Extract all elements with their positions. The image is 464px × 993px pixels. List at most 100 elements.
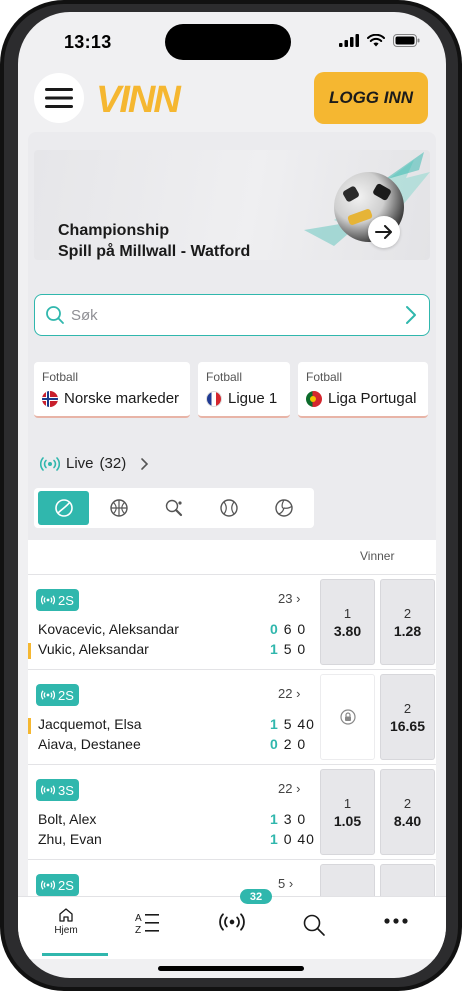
score-away: 1 0 40 [270,831,315,847]
main-content: Championship Spill på Millwall - Watford… [28,132,436,908]
search-input[interactable] [69,301,393,329]
tab-tennis[interactable] [38,491,90,525]
odd-label: 1 [343,795,352,811]
bottom-navigation: Hjem A Z 32 [18,889,446,959]
category-shortcuts: Fotball Norske markeder Fotball Ligue 1 [34,362,428,420]
odd-label: 1 [343,605,352,621]
category-name: Norske markeder [64,390,180,407]
live-broadcast-icon [40,456,60,471]
tennis-ball-icon [54,499,73,517]
odd-price: 1.28 [393,622,422,639]
period-label: 3S [58,782,74,798]
category-card-ligue1[interactable]: Fotball Ligue 1 [198,362,290,418]
svg-text:VINN: VINN [96,79,182,118]
nav-home-label: Hjem [54,925,78,936]
dynamic-island [165,24,291,60]
period-label: 2S [58,877,74,893]
nav-live[interactable] [202,913,262,931]
vinn-logo[interactable]: VINN [94,78,190,118]
team-home: Kovacevic, Aleksandar [38,621,179,637]
phone-screen: 13:13 VINN LOGG INN Championship Spill p… [18,12,446,978]
odd-price: 3.80 [333,622,362,639]
team-home: Bolt, Alex [38,811,97,827]
live-count-badge: 32 [240,889,272,904]
tab-volleyball[interactable] [259,491,310,525]
markets-count[interactable]: 22 › [278,686,300,701]
banner-subtitle: Spill på Millwall - Watford [58,243,251,260]
svg-text:A: A [135,913,142,924]
serve-indicator [28,718,31,734]
markets-count[interactable]: 23 › [278,591,300,606]
market-header-row: Vinner [28,540,436,575]
volleyball-icon [275,499,294,517]
score-home: 0 6 0 [270,621,307,637]
nav-more[interactable] [366,917,426,925]
odd-button-1[interactable]: 1 1.05 [320,769,375,855]
hamburger-icon [45,88,73,108]
odd-button-1-locked [320,674,375,760]
login-button[interactable]: LOGG INN [314,72,428,124]
search-bar[interactable] [34,294,430,336]
odd-button-2[interactable]: 2 16.65 [380,674,435,760]
nav-home[interactable]: Hjem [36,907,96,936]
portugal-flag-icon [306,390,322,407]
live-broadcast-icon [41,595,55,605]
live-broadcast-icon [41,690,55,700]
event-row[interactable]: 3S 22 › Bolt, Alex Zhu, Evan 1 3 0 1 0 4… [28,765,436,860]
score-home: 1 3 0 [270,811,307,827]
market-header-label: Vinner [360,549,395,563]
odd-button-2[interactable]: 2 1.28 [380,579,435,665]
search-icon [303,914,325,936]
category-sport: Fotball [306,370,343,384]
live-period-badge: 2S [36,589,79,611]
live-label: Live [66,455,94,472]
score-away: 1 5 0 [270,641,307,657]
chevron-right-icon[interactable] [405,305,417,325]
promo-banner[interactable]: Championship Spill på Millwall - Watford [34,150,430,260]
markets-count[interactable]: 5 › [278,876,293,891]
odd-price: 1.05 [333,812,362,829]
category-card-norway[interactable]: Fotball Norske markeder [34,362,190,418]
nav-search[interactable] [284,913,344,937]
chevron-right-icon [141,457,149,470]
table-tennis-icon [165,499,183,517]
banner-title: Championship [58,222,170,239]
nav-a-z[interactable]: A Z [118,911,178,935]
basketball-icon [110,499,128,517]
markets-count[interactable]: 22 › [278,781,300,796]
live-event-list: Vinner 2S 23 › Kovacevic, Aleksandar Vuk… [28,540,436,908]
odd-price: 16.65 [389,717,426,734]
team-away: Zhu, Evan [38,831,102,847]
status-icons [339,34,420,47]
tab-basketball[interactable] [93,491,144,525]
category-sport: Fotball [42,370,79,384]
odd-button-1[interactable]: 1 3.80 [320,579,375,665]
signal-icon [339,34,359,47]
home-icon [59,908,73,922]
odd-label: 2 [403,700,412,716]
arrow-right-icon [375,225,392,239]
tab-baseball[interactable] [204,491,255,525]
odd-button-2[interactable]: 2 8.40 [380,769,435,855]
live-period-badge: 2S [36,874,79,896]
score-away: 0 2 0 [270,736,307,752]
status-time: 13:13 [64,32,112,52]
a-z-list-icon: A Z [135,913,159,935]
wifi-icon [367,34,385,47]
tab-table-tennis[interactable] [148,491,199,525]
norway-flag-icon [42,390,58,407]
status-bar: 13:13 [18,12,446,68]
category-sport: Fotball [206,370,243,384]
event-row[interactable]: 2S 22 › Jacquemot, Elsa Aiava, Destanee … [28,670,436,765]
team-away: Aiava, Destanee [38,736,141,752]
banner-next-button[interactable] [368,216,400,248]
home-indicator [158,966,304,971]
category-name: Ligue 1 [228,390,278,407]
live-broadcast-icon [219,913,245,931]
category-card-portugal[interactable]: Fotball Liga Portugal [298,362,428,418]
menu-button[interactable] [34,73,84,123]
battery-icon [393,34,420,47]
live-section-header[interactable]: Live (32) [40,455,150,472]
period-label: 2S [58,592,74,608]
event-row[interactable]: 2S 23 › Kovacevic, Aleksandar Vukic, Ale… [28,575,436,670]
